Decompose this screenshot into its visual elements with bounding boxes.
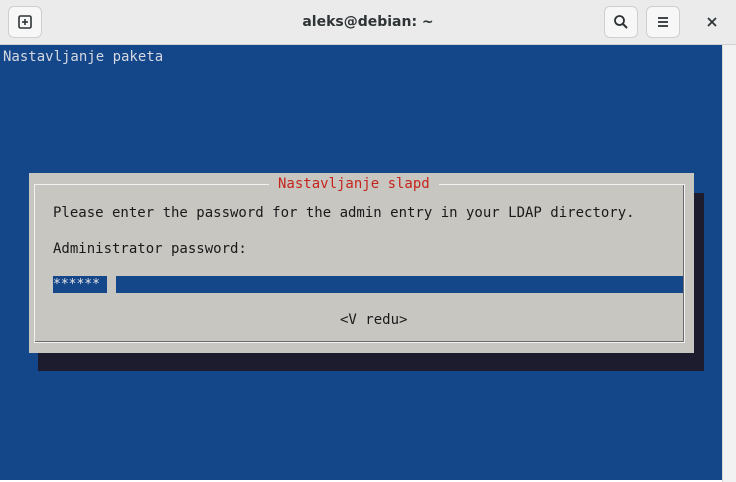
text-cursor	[107, 276, 116, 293]
terminal-area[interactable]: Nastavljanje paketa Please enter the pas…	[0, 45, 722, 480]
dialog-title: Nastavljanje slapd	[269, 175, 439, 193]
ok-button[interactable]: <V redu>	[340, 311, 407, 329]
dialog-prompt: Please enter the password for the admin …	[53, 205, 635, 221]
password-value: ******	[53, 277, 100, 292]
hamburger-menu-icon	[658, 17, 668, 27]
scrollbar[interactable]	[722, 45, 736, 482]
new-tab-icon	[18, 15, 32, 29]
password-input[interactable]: ******	[53, 276, 683, 293]
close-icon	[707, 17, 717, 27]
new-tab-button[interactable]	[8, 6, 42, 38]
window-title: aleks@debian: ~	[302, 14, 434, 30]
terminal-window: aleks@debian: ~ Nastavljanje paketa Plea…	[0, 0, 736, 482]
slapd-config-dialog: Please enter the password for the admin …	[29, 173, 694, 353]
dialog-frame: Please enter the password for the admin …	[34, 184, 685, 343]
header-bar: aleks@debian: ~	[0, 0, 736, 45]
terminal-header-text: Nastavljanje paketa	[3, 49, 164, 65]
close-button[interactable]	[696, 6, 728, 38]
password-label: Administrator password:	[53, 241, 247, 257]
search-icon	[614, 15, 628, 29]
menu-button[interactable]	[646, 6, 680, 38]
search-button[interactable]	[604, 6, 638, 38]
